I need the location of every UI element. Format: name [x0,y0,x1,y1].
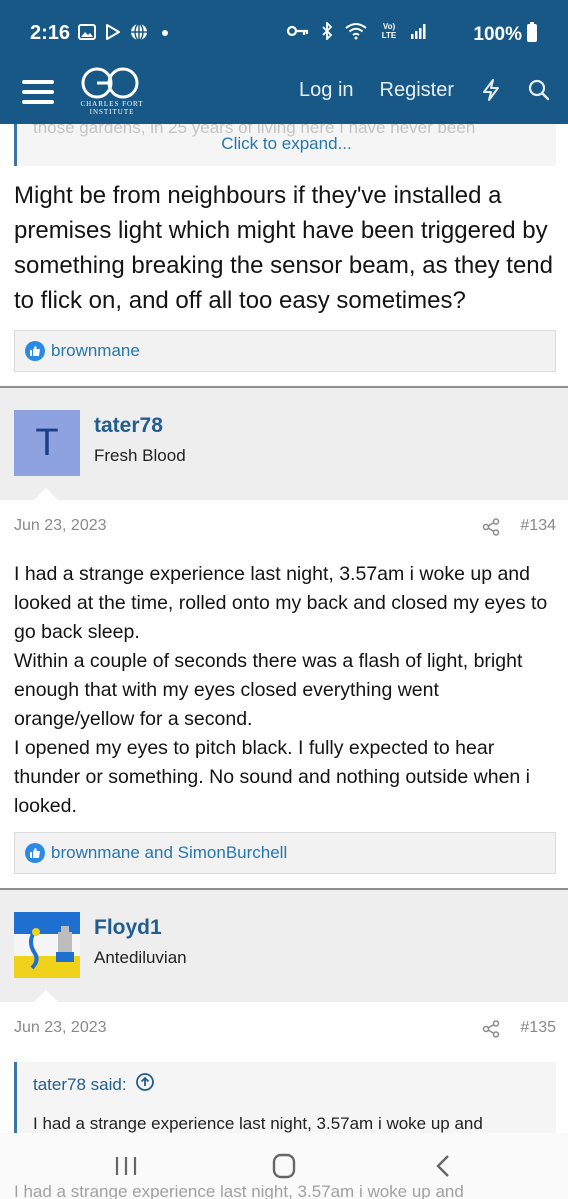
battery-icon [526,22,538,48]
reactions-users[interactable]: brownmane and SimonBurchell [51,843,287,863]
avatar[interactable] [14,912,80,978]
like-icon [25,341,45,361]
search-icon[interactable] [528,78,550,102]
share-icon[interactable] [482,518,500,536]
battery-percent: 100% [473,24,522,45]
quote-author[interactable]: tater78 said: [33,1075,127,1095]
reactions-users[interactable]: brownmane [51,341,140,361]
site-header: CHARLES FORT INSTITUTE Log in Register [0,64,568,124]
header-nav: Log in Register [299,78,550,102]
logo-text: CHARLES FORT INSTITUTE [80,100,144,116]
post-body: Might be from neighbours if they've inst… [14,182,553,314]
reactions-bar[interactable]: brownmane and SimonBurchell [14,832,556,874]
author-pointer [34,990,58,1002]
post-date[interactable]: Jun 23, 2023 [14,517,107,535]
wifi-icon [344,22,368,40]
post-author-block: T tater78 Fresh Blood [0,388,568,500]
volte-icon: Vo) LTE [381,22,397,40]
menu-icon[interactable] [22,76,54,108]
notification-icons [78,23,174,41]
signal-icon [410,22,428,40]
home-icon[interactable] [270,1153,298,1179]
status-bar: 2:16 Vo) LTE 100% [0,0,568,64]
reactions-bar[interactable]: brownmane [14,330,556,372]
like-icon [25,843,45,863]
back-icon[interactable] [430,1153,458,1179]
battery-indicator: 100% [473,22,538,48]
key-icon [286,22,310,40]
bluetooth-icon [318,22,336,40]
avatar[interactable]: T [14,410,80,476]
click-to-expand-link[interactable]: Click to expand... [17,134,556,154]
quote-attribution[interactable]: tater78 said: [33,1072,155,1097]
image-icon [78,23,96,41]
whats-new-icon[interactable] [480,78,502,102]
post-number[interactable]: #135 [520,1019,556,1037]
share-icon[interactable] [482,1020,500,1038]
dot-icon [156,23,174,41]
author-rank: Fresh Blood [94,446,186,465]
author-rank: Antediluvian [94,948,187,967]
play-store-icon [104,23,122,41]
login-link[interactable]: Log in [299,79,354,102]
quote-text: I had a strange experience last night, 3… [33,1114,483,1133]
status-time: 2:16 [30,22,71,44]
register-link[interactable]: Register [380,79,454,102]
post-meta: Jun 23, 2023 #135 [14,1019,556,1043]
quote-block: those gardens, in 25 years of living her… [14,124,556,166]
recent-apps-icon[interactable] [112,1153,140,1179]
post-number[interactable]: #134 [520,517,556,535]
system-icons: Vo) LTE [286,22,428,40]
author-pointer [34,488,58,500]
globe-icon [130,23,148,41]
scrolled-text: I had a strange experience last night, 3… [14,1182,464,1199]
post-author-block: Floyd1 Antediluvian [0,890,568,1002]
jump-to-quote-icon[interactable] [135,1072,155,1097]
author-name[interactable]: tater78 [94,414,163,438]
quote-block: tater78 said: I had a strange experience… [14,1062,556,1142]
post-date[interactable]: Jun 23, 2023 [14,1019,107,1037]
post-body: I had a strange experience last night, 3… [14,563,548,817]
post-meta: Jun 23, 2023 #134 [14,517,556,541]
author-name[interactable]: Floyd1 [94,916,162,940]
